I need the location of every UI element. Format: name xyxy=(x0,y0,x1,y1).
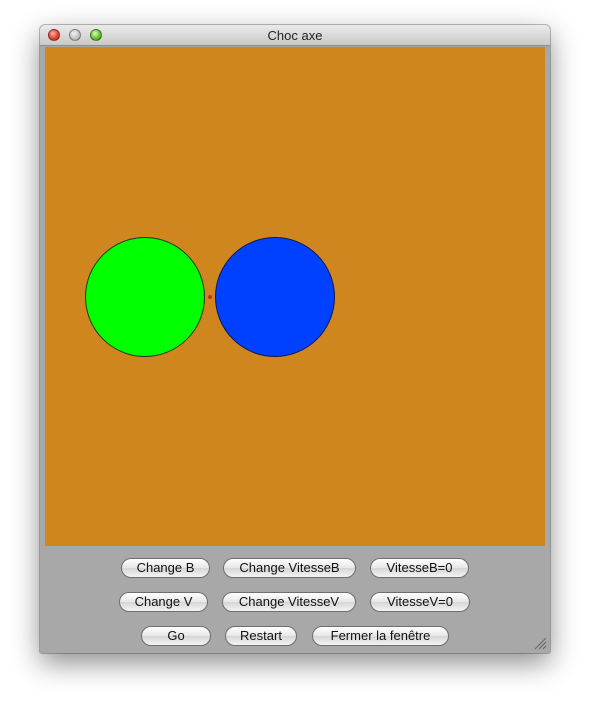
close-window-button[interactable]: Fermer la fenêtre xyxy=(312,626,449,646)
resize-grip-icon[interactable] xyxy=(533,636,547,650)
go-button[interactable]: Go xyxy=(141,626,211,646)
vitesse-v-zero-button[interactable]: VitesseV=0 xyxy=(370,592,470,612)
title-bar[interactable]: Choc axe xyxy=(40,25,550,46)
change-vitesse-b-button[interactable]: Change VitesseB xyxy=(223,558,356,578)
change-b-button[interactable]: Change B xyxy=(121,558,210,578)
blue-ball xyxy=(215,237,335,357)
change-vitesse-v-button[interactable]: Change VitesseV xyxy=(222,592,356,612)
change-v-button[interactable]: Change V xyxy=(119,592,208,612)
app-window: Choc axe Change B Change VitesseB Vitess… xyxy=(40,25,550,653)
green-ball xyxy=(85,237,205,357)
window-title: Choc axe xyxy=(267,28,323,43)
restart-button[interactable]: Restart xyxy=(225,626,297,646)
contact-point-marker xyxy=(208,295,212,299)
vitesse-b-zero-button[interactable]: VitesseB=0 xyxy=(370,558,469,578)
control-panel: Change B Change VitesseB VitesseB=0 Chan… xyxy=(40,547,550,653)
simulation-canvas xyxy=(45,47,545,546)
